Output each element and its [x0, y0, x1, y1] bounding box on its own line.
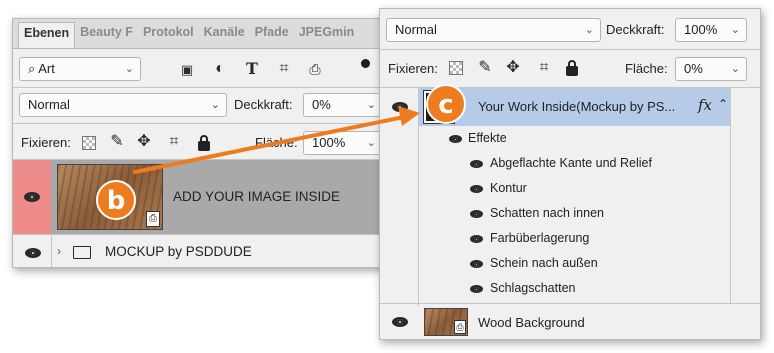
type-filter-icon[interactable]: T: [243, 60, 261, 78]
visibility-cell[interactable]: [13, 160, 51, 234]
opacity-value: 0%: [312, 97, 331, 112]
layers-panel-front: Normal ⌄ Deckkraft: 100% ⌄ Fixieren: ✎ ✥…: [379, 8, 761, 340]
eye-icon[interactable]: [470, 260, 483, 268]
brush-icon[interactable]: ✎: [108, 133, 126, 151]
layer-name: ADD YOUR IMAGE INSIDE: [173, 189, 341, 204]
effect-item[interactable]: Schein nach außen: [490, 256, 598, 270]
fill-field[interactable]: 100% ⌄: [303, 131, 383, 155]
layer-row-mockup-group[interactable]: › MOCKUP by PSDDUDE: [13, 235, 389, 267]
eye-icon[interactable]: [470, 285, 483, 293]
lock-all-icon[interactable]: [566, 60, 578, 76]
eye-icon[interactable]: [470, 185, 483, 193]
chevron-up-icon[interactable]: ⌃: [718, 97, 728, 111]
folder-icon: [73, 246, 91, 259]
layers-panel-back: Ebenen Beauty F Protokol Kanäle Pfade JP…: [12, 18, 390, 268]
tab-ebenen[interactable]: Ebenen: [18, 22, 76, 48]
smart-object-filter-icon[interactable]: ⎙: [306, 60, 324, 78]
smart-object-badge-icon: ⎙: [146, 211, 160, 227]
tab-protokoll[interactable]: Protokol: [138, 22, 199, 48]
chevron-down-icon: ⌄: [210, 99, 220, 111]
artboard-icon[interactable]: ⌗: [165, 133, 183, 151]
eye-icon[interactable]: [392, 102, 408, 112]
tab-jpegmini[interactable]: JPEGmin: [294, 22, 360, 48]
eye-icon[interactable]: [470, 210, 483, 218]
effect-item[interactable]: Abgeflachte Kante und Relief: [490, 156, 652, 170]
effect-item[interactable]: Kontur: [490, 181, 527, 195]
fill-label: Fläche:: [625, 61, 668, 76]
callout-badge-b: b: [96, 180, 136, 220]
fill-value: 0%: [684, 61, 703, 76]
blend-mode-select[interactable]: Normal ⌄: [386, 18, 601, 42]
adjustment-filter-icon[interactable]: ◐: [211, 60, 229, 78]
move-icon[interactable]: ✥: [135, 133, 153, 151]
lock-all-icon[interactable]: [198, 135, 210, 151]
fill-value: 100%: [312, 135, 346, 150]
effects-header: Effekte: [468, 131, 507, 145]
opacity-field[interactable]: 0% ⌄: [303, 93, 383, 117]
tab-kanaele[interactable]: Kanäle: [199, 22, 250, 48]
panel-tab-bar: Ebenen Beauty F Protokol Kanäle Pfade JP…: [13, 19, 389, 49]
layer-filter-select[interactable]: ⌕ Art ⌄: [19, 57, 141, 81]
opacity-label: Deckkraft:: [234, 97, 293, 112]
eye-icon[interactable]: [392, 317, 408, 327]
layer-name: MOCKUP by PSDDUDE: [105, 244, 252, 259]
layer-row-image-inside[interactable]: ⎙ ADD YOUR IMAGE INSIDE: [13, 160, 389, 234]
tab-pfade[interactable]: Pfade: [250, 22, 294, 48]
image-filter-icon[interactable]: ▣: [178, 61, 196, 79]
lock-transparency-icon[interactable]: [82, 136, 96, 150]
callout-badge-c: c: [426, 84, 466, 124]
eye-icon[interactable]: [470, 235, 483, 243]
shape-filter-icon[interactable]: ⌗: [275, 60, 293, 78]
layer-name: Wood Background: [478, 315, 585, 330]
fill-field[interactable]: 0% ⌄: [675, 57, 747, 81]
blend-mode-select[interactable]: Normal ⌄: [19, 93, 227, 117]
layer-row-wood-background[interactable]: ⎙ Wood Background: [380, 304, 760, 339]
opacity-value: 100%: [684, 22, 718, 37]
smart-object-badge-icon: ⎙: [454, 320, 466, 334]
chevron-down-icon: ⌄: [124, 63, 134, 75]
chevron-down-icon: ⌄: [366, 99, 376, 111]
effect-item[interactable]: Schlagschatten: [490, 281, 575, 295]
scrollbar-track[interactable]: [730, 88, 760, 303]
eye-icon[interactable]: [470, 160, 483, 168]
chevron-down-icon: ⌄: [366, 137, 376, 149]
chevron-down-icon: ⌄: [584, 24, 594, 36]
effect-item[interactable]: Schatten nach innen: [490, 206, 604, 220]
fx-icon[interactable]: fx: [698, 96, 712, 114]
brush-icon[interactable]: ✎: [476, 59, 494, 77]
opacity-field[interactable]: 100% ⌄: [675, 18, 747, 42]
filter-toggle[interactable]: [361, 59, 370, 68]
fill-label: Fläche:: [255, 135, 298, 150]
layer-name: Your Work Inside(Mockup by PS...: [478, 99, 676, 114]
chevron-right-icon[interactable]: ›: [57, 244, 61, 258]
eye-icon[interactable]: [449, 135, 462, 143]
eye-icon[interactable]: [24, 192, 40, 202]
lock-label: Fixieren:: [388, 61, 438, 76]
artboard-icon[interactable]: ⌗: [535, 59, 553, 77]
lock-label: Fixieren:: [21, 135, 71, 150]
opacity-label: Deckkraft:: [606, 22, 665, 37]
eye-icon[interactable]: [25, 248, 41, 258]
search-icon: ⌕: [28, 61, 36, 76]
chevron-down-icon: ⌄: [730, 24, 740, 36]
blend-mode-value: Normal: [395, 22, 437, 37]
tab-beauty[interactable]: Beauty F: [75, 22, 138, 48]
move-icon[interactable]: ✥: [504, 59, 522, 77]
chevron-down-icon: ⌄: [730, 63, 740, 75]
lock-transparency-icon[interactable]: [449, 61, 463, 75]
layer-thumbnail: ⎙: [424, 308, 468, 336]
blend-mode-value: Normal: [28, 97, 70, 112]
filter-kind-label: Art: [38, 61, 55, 76]
effect-item[interactable]: Farbüberlagerung: [490, 231, 589, 245]
